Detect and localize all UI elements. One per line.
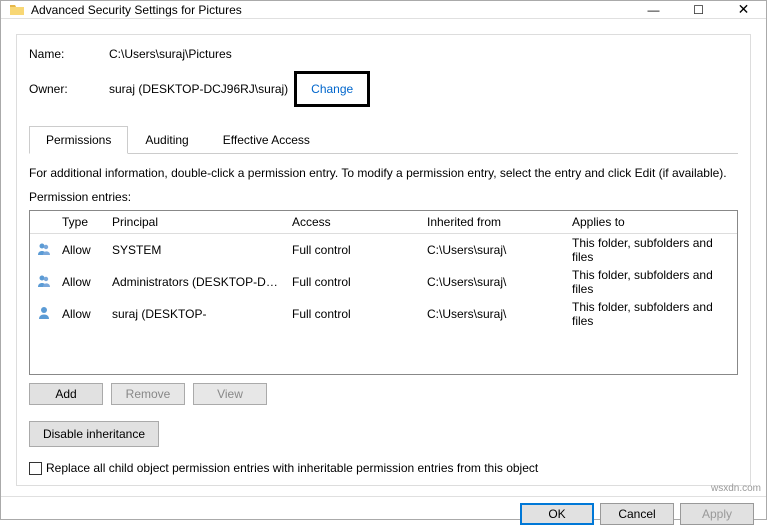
row-access: Full control — [286, 273, 421, 291]
permission-entries-label: Permission entries: — [29, 190, 738, 204]
info-text: For additional information, double-click… — [29, 166, 738, 180]
row-principal: suraj (DESKTOP- — [106, 305, 286, 323]
change-highlight: Change — [294, 71, 370, 107]
row-type: Allow — [56, 305, 106, 323]
folder-icon — [9, 2, 25, 18]
window-title: Advanced Security Settings for Pictures — [31, 3, 631, 17]
row-inherited: C:\Users\suraj\ — [421, 273, 566, 291]
col-principal[interactable]: Principal — [106, 211, 286, 233]
inner-panel: Name: C:\Users\suraj\Pictures Owner: sur… — [16, 34, 751, 486]
permission-table: Type Principal Access Inherited from App… — [29, 210, 738, 375]
col-icon — [30, 211, 56, 233]
tab-permissions[interactable]: Permissions — [29, 126, 128, 154]
col-applies[interactable]: Applies to — [566, 211, 737, 233]
row-applies: This folder, subfolders and files — [566, 266, 737, 298]
content: Name: C:\Users\suraj\Pictures Owner: sur… — [1, 19, 766, 496]
tab-effective-access[interactable]: Effective Access — [206, 126, 327, 154]
name-value: C:\Users\suraj\Pictures — [109, 47, 232, 61]
row-icon — [30, 239, 56, 262]
col-inherited[interactable]: Inherited from — [421, 211, 566, 233]
table-row[interactable]: AllowAdministrators (DESKTOP-DC...Full c… — [30, 266, 737, 298]
titlebar: Advanced Security Settings for Pictures … — [1, 1, 766, 19]
row-applies: This folder, subfolders and files — [566, 298, 737, 330]
row-icon — [30, 271, 56, 294]
row-access: Full control — [286, 305, 421, 323]
watermark: wsxdn.com — [711, 483, 761, 494]
replace-children-row[interactable]: Replace all child object permission entr… — [29, 461, 738, 475]
remove-button[interactable]: Remove — [111, 383, 185, 405]
view-button[interactable]: View — [193, 383, 267, 405]
owner-row: Owner: suraj (DESKTOP-DCJ96RJ\suraj) Cha… — [29, 71, 738, 107]
apply-button[interactable]: Apply — [680, 503, 754, 525]
window-controls: — ☐ ✕ — [631, 1, 766, 18]
table-header: Type Principal Access Inherited from App… — [30, 211, 737, 234]
row-principal: Administrators (DESKTOP-DC... — [106, 273, 286, 291]
disable-inheritance-button[interactable]: Disable inheritance — [29, 421, 159, 447]
row-type: Allow — [56, 273, 106, 291]
row-inherited: C:\Users\suraj\ — [421, 305, 566, 323]
owner-value: suraj (DESKTOP-DCJ96RJ\suraj) — [109, 82, 288, 96]
add-button[interactable]: Add — [29, 383, 103, 405]
footer-buttons: OK Cancel Apply — [520, 503, 754, 525]
name-label: Name: — [29, 47, 109, 61]
checkbox-icon[interactable] — [29, 462, 42, 475]
replace-children-label: Replace all child object permission entr… — [46, 461, 538, 475]
window: Advanced Security Settings for Pictures … — [0, 0, 767, 520]
tab-auditing[interactable]: Auditing — [128, 126, 205, 154]
ok-button[interactable]: OK — [520, 503, 594, 525]
row-icon — [30, 303, 56, 326]
close-button[interactable]: ✕ — [721, 1, 766, 18]
entry-buttons: Add Remove View — [29, 383, 738, 405]
col-type[interactable]: Type — [56, 211, 106, 233]
cancel-button[interactable]: Cancel — [600, 503, 674, 525]
table-row[interactable]: Allowsuraj (DESKTOP-Full controlC:\Users… — [30, 298, 737, 330]
row-principal: SYSTEM — [106, 241, 286, 259]
col-access[interactable]: Access — [286, 211, 421, 233]
row-access: Full control — [286, 241, 421, 259]
row-inherited: C:\Users\suraj\ — [421, 241, 566, 259]
owner-label: Owner: — [29, 82, 109, 96]
footer: wsxdn.com OK Cancel Apply — [1, 496, 766, 531]
maximize-button[interactable]: ☐ — [676, 1, 721, 18]
inheritance-buttons: Disable inheritance — [29, 421, 738, 447]
name-row: Name: C:\Users\suraj\Pictures — [29, 47, 738, 61]
row-type: Allow — [56, 241, 106, 259]
table-row[interactable]: AllowSYSTEMFull controlC:\Users\suraj\Th… — [30, 234, 737, 266]
table-body: AllowSYSTEMFull controlC:\Users\suraj\Th… — [30, 234, 737, 374]
change-link[interactable]: Change — [311, 82, 353, 96]
minimize-button[interactable]: — — [631, 1, 676, 18]
row-applies: This folder, subfolders and files — [566, 234, 737, 266]
tabs: Permissions Auditing Effective Access — [29, 125, 738, 154]
